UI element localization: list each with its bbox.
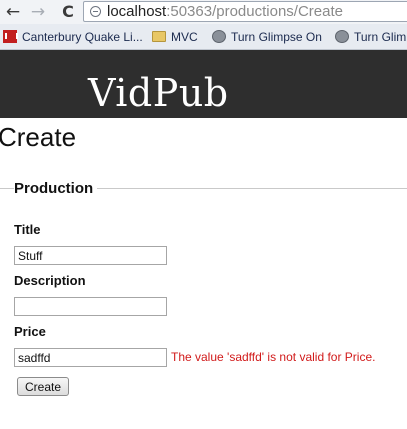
page-icon xyxy=(90,6,101,17)
url-text: localhost:50363/productions/Create xyxy=(107,3,343,20)
price-validation-error: The value 'sadffd' is not valid for Pric… xyxy=(171,350,376,364)
bookmark-label: MVC xyxy=(171,29,198,44)
fieldset-legend: Production xyxy=(14,180,98,198)
description-label: Description xyxy=(14,273,86,288)
bookmark-turn-glimpse-on[interactable]: Turn Glimpse On xyxy=(212,24,322,49)
title-label: Title xyxy=(14,222,41,237)
bookmark-turn-glimpse-truncated[interactable]: Turn Glim xyxy=(335,24,406,49)
site-logo[interactable]: VidPub xyxy=(88,70,229,116)
price-input[interactable] xyxy=(14,348,167,367)
url-path: :50363/productions/Create xyxy=(166,3,343,20)
bookmark-label: Canterbury Quake Li... xyxy=(22,29,143,44)
reload-icon[interactable]: C xyxy=(57,0,79,24)
browser-toolbar: ← → C localhost:50363/productions/Create xyxy=(0,0,407,24)
bookmark-folder-mvc[interactable]: MVC xyxy=(152,24,198,49)
bookmark-label: Turn Glimpse On xyxy=(231,29,322,44)
folder-icon xyxy=(152,31,166,42)
back-arrow-icon[interactable]: ← xyxy=(2,0,24,24)
site-header: VidPub xyxy=(0,50,407,118)
description-input[interactable] xyxy=(14,297,167,316)
create-button[interactable]: Create xyxy=(17,377,69,396)
price-label: Price xyxy=(14,324,46,339)
globe-icon xyxy=(212,30,226,43)
bookmark-label: Turn Glim xyxy=(354,29,407,44)
globe-icon xyxy=(335,30,349,43)
address-bar[interactable]: localhost:50363/productions/Create xyxy=(83,1,407,22)
url-host: localhost xyxy=(107,3,167,20)
seismograph-icon xyxy=(3,30,18,43)
bookmarks-bar: Canterbury Quake Li... MVC Turn Glimpse … xyxy=(0,24,407,50)
bookmark-canterbury-quake[interactable]: Canterbury Quake Li... xyxy=(3,24,143,49)
title-input[interactable] xyxy=(14,246,167,265)
forward-arrow-icon[interactable]: → xyxy=(27,0,49,24)
page-title: Create xyxy=(0,122,77,152)
